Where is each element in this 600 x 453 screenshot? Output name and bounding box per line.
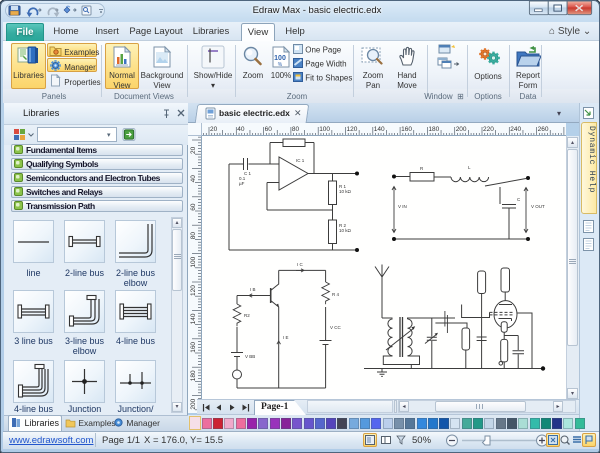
svg-text:V BB: V BB xyxy=(245,354,255,359)
svg-text:10 kΩ: 10 kΩ xyxy=(339,189,352,194)
svg-text:I C: I C xyxy=(297,262,304,267)
svg-text:V OUT: V OUT xyxy=(531,204,545,209)
svg-text:40: 40 xyxy=(190,175,197,183)
svg-text:I E: I E xyxy=(283,335,289,340)
svg-text:140: 140 xyxy=(374,126,385,133)
svg-text:40: 40 xyxy=(237,126,245,133)
svg-text:80: 80 xyxy=(190,232,197,240)
svg-text:200: 200 xyxy=(456,126,467,133)
svg-text:10 kΩ: 10 kΩ xyxy=(339,228,352,233)
svg-text:220: 220 xyxy=(483,126,494,133)
svg-text:V CC: V CC xyxy=(330,325,342,330)
svg-text:180: 180 xyxy=(428,126,439,133)
svg-text:20: 20 xyxy=(210,126,218,133)
svg-text:200: 200 xyxy=(190,398,197,409)
svg-text:140: 140 xyxy=(190,313,197,324)
svg-text:100: 100 xyxy=(274,55,286,62)
svg-text:120: 120 xyxy=(190,285,197,296)
svg-text:L: L xyxy=(468,165,471,170)
svg-text:%: % xyxy=(278,62,283,68)
svg-text:µF: µF xyxy=(239,181,245,186)
svg-text:160: 160 xyxy=(190,342,197,353)
svg-text:240: 240 xyxy=(510,126,521,133)
svg-text:I B: I B xyxy=(250,287,256,292)
svg-text:R 4: R 4 xyxy=(332,292,340,297)
svg-text:IC 1: IC 1 xyxy=(296,158,305,163)
svg-text:60: 60 xyxy=(265,126,273,133)
svg-text:60: 60 xyxy=(190,203,197,211)
svg-text:V IN: V IN xyxy=(398,204,407,209)
svg-text:120: 120 xyxy=(347,126,358,133)
svg-text:100: 100 xyxy=(190,256,197,267)
svg-text:260: 260 xyxy=(538,126,549,133)
svg-text:R2: R2 xyxy=(244,313,250,318)
svg-text:100: 100 xyxy=(319,126,330,133)
svg-text:R: R xyxy=(420,166,424,171)
svg-text:C: C xyxy=(517,197,521,202)
svg-text:20: 20 xyxy=(190,146,197,154)
svg-text:80: 80 xyxy=(292,126,300,133)
svg-text:160: 160 xyxy=(401,126,412,133)
svg-text:180: 180 xyxy=(190,370,197,381)
